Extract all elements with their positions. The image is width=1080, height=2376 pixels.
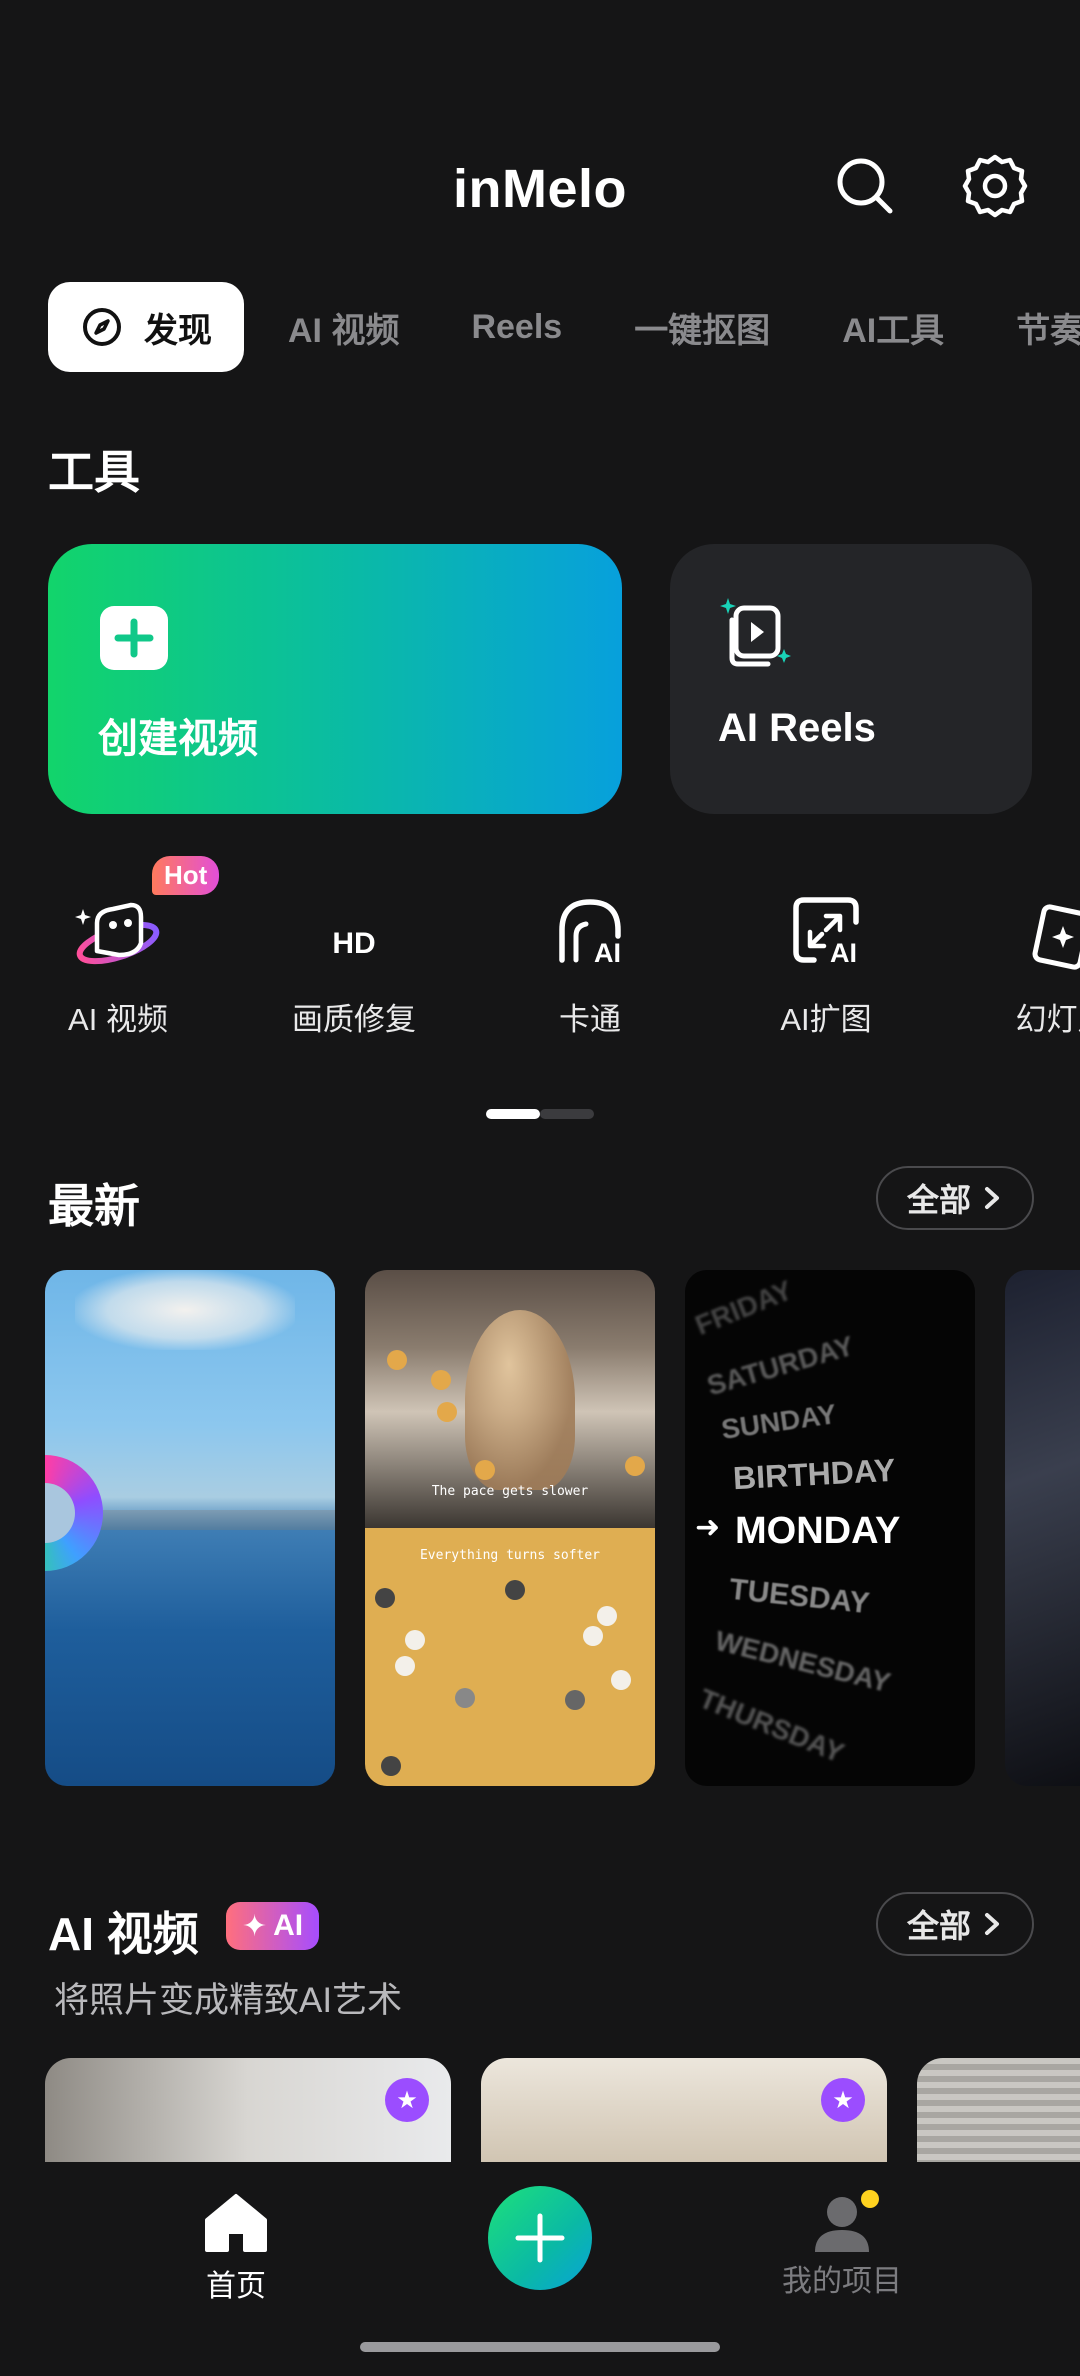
tools-section-title: 工具 — [48, 446, 140, 498]
tab-discover[interactable]: 发现 — [48, 282, 244, 372]
tool-slideshow[interactable]: 幻灯片 — [962, 880, 1080, 1039]
template-thumbnail[interactable] — [1005, 1270, 1080, 1786]
thumb-caption: The pace gets slower — [431, 1484, 589, 1499]
all-button-label: 全部 — [906, 1908, 971, 1944]
tool-ai-video[interactable]: AI 视频 — [18, 880, 218, 1039]
day-text: MONDAY — [735, 1510, 901, 1552]
cartoon-icon: AI — [490, 880, 690, 990]
pager-dot — [540, 1109, 594, 1119]
day-text: WEDNESDAY — [712, 1624, 894, 1699]
pager-dot-active — [486, 1109, 540, 1119]
ai-reels-label: AI Reels — [718, 706, 876, 750]
ai-reels-card[interactable]: AI Reels — [670, 544, 1032, 814]
notification-dot — [861, 2190, 879, 2208]
home-indicator — [360, 2342, 720, 2352]
ai-video-all-button[interactable]: 全部 — [876, 1892, 1034, 1956]
create-video-card[interactable]: 创建视频 — [48, 544, 622, 814]
tool-label: 卡通 — [559, 1002, 621, 1037]
nav-my-projects[interactable]: 我的项目 — [770, 2190, 914, 2300]
tab-ai-video[interactable]: AI 视频 — [288, 303, 399, 352]
home-icon — [205, 2194, 267, 2252]
nav-projects-label: 我的项目 — [782, 2265, 902, 2298]
ai-video-section-title: AI 视频 — [48, 1908, 199, 1960]
ai-template-card[interactable]: ★ — [481, 2058, 887, 2168]
arrow-right-icon: ➜ — [695, 1511, 721, 1544]
hd-icon: HD — [332, 927, 376, 960]
ai-template-card[interactable]: ★ — [45, 2058, 451, 2168]
premium-star-icon: ★ — [821, 2078, 865, 2122]
slideshow-icon — [962, 880, 1080, 990]
nav-home-label: 首页 — [206, 2270, 266, 2303]
chevron-right-icon — [985, 1187, 999, 1209]
day-text: SATURDAY — [703, 1329, 858, 1402]
day-text: THURSDAY — [694, 1682, 849, 1769]
tool-ai-expand[interactable]: AI AI扩图 — [726, 880, 926, 1039]
expand-icon-text: AI — [830, 938, 857, 968]
plus-icon — [100, 606, 168, 670]
day-text: FRIDAY — [690, 1274, 797, 1341]
app-title: inMelo — [453, 159, 627, 219]
tab-cutout[interactable]: 一键抠图 — [634, 303, 770, 352]
premium-star-icon: ★ — [385, 2078, 429, 2122]
day-text: TUESDAY — [727, 1572, 872, 1621]
chevron-right-icon — [985, 1913, 999, 1935]
create-video-label: 创建视频 — [98, 717, 258, 761]
ai-template-card[interactable] — [917, 2058, 1080, 2168]
ai-video-subtitle: 将照片变成精致AI艺术 — [54, 1981, 403, 2020]
create-button[interactable] — [488, 2186, 592, 2290]
ai-badge: ✦ AI — [226, 1902, 320, 1950]
latest-all-button[interactable]: 全部 — [876, 1166, 1034, 1230]
ai-reels-icon — [720, 596, 794, 677]
gear-icon[interactable] — [955, 146, 1035, 226]
template-thumbnail[interactable]: The pace gets slower Everything turns so… — [365, 1270, 655, 1786]
search-icon[interactable] — [825, 146, 905, 226]
category-tabs: 发现 AI 视频 Reels 一键抠图 AI工具 节奏 — [48, 282, 1080, 372]
cartoon-icon-text: AI — [594, 938, 621, 968]
nav-home[interactable]: 首页 — [176, 2192, 296, 2305]
day-text: BIRTHDAY — [732, 1451, 897, 1497]
tab-reels[interactable]: Reels — [471, 308, 562, 347]
user-icon — [809, 2190, 879, 2254]
template-thumbnail[interactable]: FRIDAY SATURDAY SUNDAY BIRTHDAY ➜ MONDAY… — [685, 1270, 975, 1786]
all-button-label: 全部 — [906, 1182, 971, 1218]
tab-rhythm[interactable]: 节奏 — [1016, 303, 1080, 352]
tool-cartoon[interactable]: AI 卡通 — [490, 880, 690, 1039]
template-thumbnail[interactable] — [45, 1270, 335, 1786]
tool-label: AI扩图 — [780, 1002, 872, 1037]
tool-label: AI 视频 — [68, 1002, 168, 1037]
tab-label: 发现 — [144, 311, 212, 350]
tool-label: 画质修复 — [292, 1002, 416, 1037]
bottom-nav: 首页 我的项目 — [0, 2162, 1080, 2376]
ai-video-icon — [18, 880, 218, 990]
expand-icon: AI — [726, 880, 926, 990]
ai-badge-label: AI — [273, 1909, 304, 1942]
sparkle-icon: ✦ — [242, 1909, 268, 1943]
tab-ai-tools[interactable]: AI工具 — [842, 303, 944, 352]
thumb-caption: Everything turns softer — [419, 1548, 600, 1563]
latest-section-title: 最新 — [48, 1180, 140, 1232]
tool-hd-restore[interactable]: HD 画质修复 — [254, 880, 454, 1039]
day-text: SUNDAY — [719, 1398, 839, 1445]
plus-icon — [515, 2213, 565, 2263]
compass-icon — [83, 308, 121, 346]
tool-label: 幻灯片 — [1015, 1002, 1080, 1037]
